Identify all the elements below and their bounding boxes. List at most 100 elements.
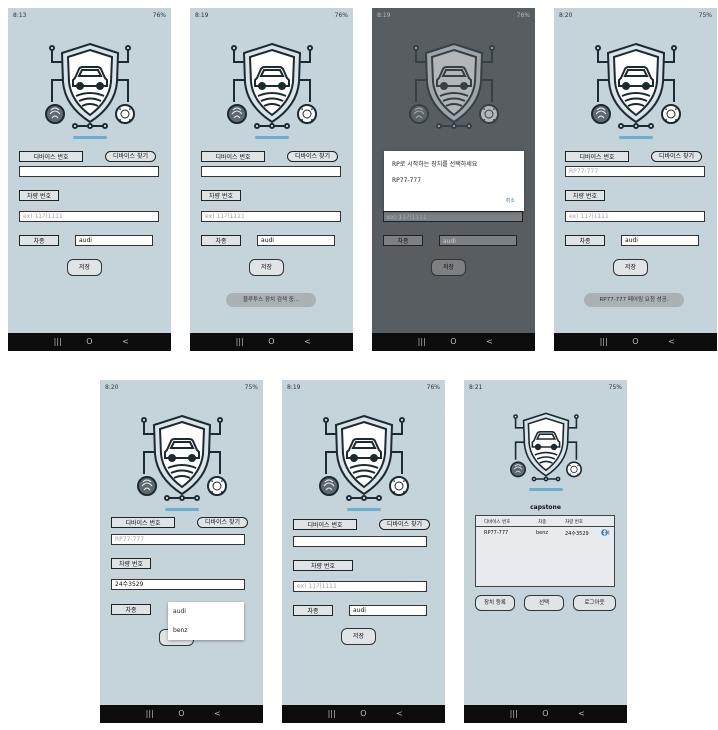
- nav-bar: ||| O <: [100, 705, 263, 723]
- nav-bar: ||| O <: [464, 705, 627, 723]
- table-header: 디바이스 번호 차종 차량 번호: [476, 516, 614, 527]
- dialog-cancel-button[interactable]: 취소: [506, 197, 515, 204]
- status-battery: 75%: [698, 12, 712, 19]
- recent-apps-icon[interactable]: |||: [418, 337, 426, 347]
- car-number-input[interactable]: ex) 11가1111: [19, 211, 159, 222]
- car-number-label: 차량 번호: [565, 190, 605, 201]
- home-icon[interactable]: O: [178, 709, 184, 719]
- device-input[interactable]: [293, 536, 427, 547]
- home-icon[interactable]: O: [86, 337, 92, 347]
- car-type-select: audi: [439, 235, 517, 246]
- car-type-label: 차종: [383, 235, 423, 246]
- device-input[interactable]: [201, 166, 341, 177]
- back-icon[interactable]: <: [304, 337, 311, 347]
- table-row[interactable]: RP77-777 benz 24수3529: [476, 527, 614, 537]
- shield-car-logo-icon: [227, 40, 317, 132]
- device-table: 디바이스 번호 차종 차량 번호 RP77-777 benz 24수3529: [475, 515, 615, 587]
- status-bar: 8:19 76%: [190, 8, 353, 21]
- back-icon[interactable]: <: [396, 709, 403, 719]
- recent-apps-icon[interactable]: |||: [600, 337, 608, 347]
- recent-apps-icon[interactable]: |||: [236, 337, 244, 347]
- save-button[interactable]: 저장: [67, 259, 102, 276]
- find-device-button[interactable]: 디바이스 찾기: [197, 517, 248, 528]
- car-type-label: 차종: [565, 235, 605, 246]
- car-type-select[interactable]: audi: [621, 235, 699, 246]
- car-number-input[interactable]: ex) 11가1111: [293, 581, 427, 592]
- status-battery: 76%: [152, 12, 166, 19]
- home-icon[interactable]: O: [268, 337, 274, 347]
- device-input[interactable]: [19, 166, 159, 177]
- car-number-placeholder-dim: ex) 11가1111: [383, 211, 523, 222]
- device-label: 디바이스 번호: [201, 151, 265, 162]
- dropdown-option-audi[interactable]: audi: [173, 608, 186, 615]
- car-number-input[interactable]: ex) 11가1111: [565, 211, 705, 222]
- find-device-button[interactable]: 디바이스 찾기: [287, 151, 338, 162]
- status-bar: 8:13 76%: [8, 8, 171, 21]
- nav-bar: ||| O <: [554, 333, 717, 351]
- nav-bar: ||| O <: [282, 705, 445, 723]
- status-battery: 76%: [516, 12, 530, 19]
- status-battery: 75%: [244, 384, 258, 391]
- recent-apps-icon[interactable]: |||: [146, 709, 154, 719]
- status-battery: 76%: [334, 12, 348, 19]
- shield-car-logo-icon: [319, 412, 409, 504]
- select-button[interactable]: 선택: [524, 595, 564, 611]
- back-icon[interactable]: <: [486, 337, 493, 347]
- home-icon[interactable]: O: [450, 337, 456, 347]
- car-number-label: 차량 번호: [111, 558, 151, 569]
- save-button: 저장: [431, 259, 466, 276]
- dropdown-option-benz[interactable]: benz: [173, 627, 187, 634]
- find-device-button[interactable]: 디바이스 찾기: [379, 519, 430, 530]
- device-input[interactable]: RP77-777: [565, 166, 705, 177]
- status-battery: 76%: [426, 384, 440, 391]
- device-input[interactable]: RP77-777: [111, 534, 245, 545]
- find-device-button[interactable]: 디바이스 찾기: [105, 151, 156, 162]
- logo-shadow: [164, 508, 199, 511]
- screen-5: 8:20 75% 디바이스 번호 디바이스 찾기 RP77-777 차량 번호 …: [100, 380, 263, 723]
- car-type-select[interactable]: audi: [257, 235, 335, 246]
- home-icon[interactable]: O: [360, 709, 366, 719]
- find-device-button[interactable]: 디바이스 찾기: [651, 151, 702, 162]
- car-type-select[interactable]: audi: [75, 235, 153, 246]
- status-time: 8:20: [105, 384, 119, 391]
- recent-apps-icon[interactable]: |||: [510, 709, 518, 719]
- car-type-label: 차종: [19, 235, 59, 246]
- save-button[interactable]: 저장: [249, 259, 284, 276]
- status-bar: 8:20 75%: [100, 380, 263, 393]
- shield-car-logo-icon: [409, 40, 499, 132]
- dialog-title: RP로 시작하는 장치를 선택하세요: [392, 161, 478, 168]
- shield-car-logo-icon: [591, 40, 681, 132]
- car-number-input[interactable]: 24수3529: [111, 579, 245, 590]
- recent-apps-icon[interactable]: |||: [328, 709, 336, 719]
- car-number-input[interactable]: ex) 11가1111: [201, 211, 341, 222]
- screen-4: 8:20 75% 디바이스 번호 디바이스 찾기 RP77-777 차량 번호 …: [554, 8, 717, 351]
- shield-car-logo-icon: [45, 40, 135, 132]
- screen-3: 8:19 76% ex) 11가1111 차종 audi 저장 RP로 시작하는…: [372, 8, 535, 351]
- screen-2: 8:19 76% 디바이스 번호 디바이스 찾기 차량 번호 ex) 11가11…: [190, 8, 353, 351]
- car-number-label: 차량 번호: [201, 190, 241, 201]
- back-icon[interactable]: <: [668, 337, 675, 347]
- header-number: 차량 번호: [565, 520, 583, 525]
- dialog-device-item[interactable]: RP77-777: [392, 177, 421, 184]
- car-type-select[interactable]: audi: [349, 605, 427, 616]
- shield-car-logo-icon: [137, 412, 227, 504]
- logout-button[interactable]: 로그아웃: [573, 595, 616, 611]
- register-device-button[interactable]: 장치 등록: [475, 595, 515, 611]
- status-time: 8:19: [287, 384, 301, 391]
- back-icon[interactable]: <: [122, 337, 129, 347]
- toast-message: RP77-777 페어링 요청 성공.: [584, 293, 684, 307]
- status-time: 8:21: [469, 384, 483, 391]
- save-button[interactable]: 저장: [613, 259, 648, 276]
- logo-shadow: [618, 136, 653, 139]
- nav-bar: ||| O <: [190, 333, 353, 351]
- back-icon[interactable]: <: [578, 709, 585, 719]
- status-bar: 8:19 76%: [372, 8, 535, 21]
- home-icon[interactable]: O: [632, 337, 638, 347]
- save-button[interactable]: 저장: [341, 628, 376, 645]
- header-type: 차종: [538, 520, 547, 525]
- device-label: 디바이스 번호: [111, 517, 175, 528]
- logo-shadow: [346, 508, 381, 511]
- back-icon[interactable]: <: [214, 709, 221, 719]
- home-icon[interactable]: O: [542, 709, 548, 719]
- recent-apps-icon[interactable]: |||: [54, 337, 62, 347]
